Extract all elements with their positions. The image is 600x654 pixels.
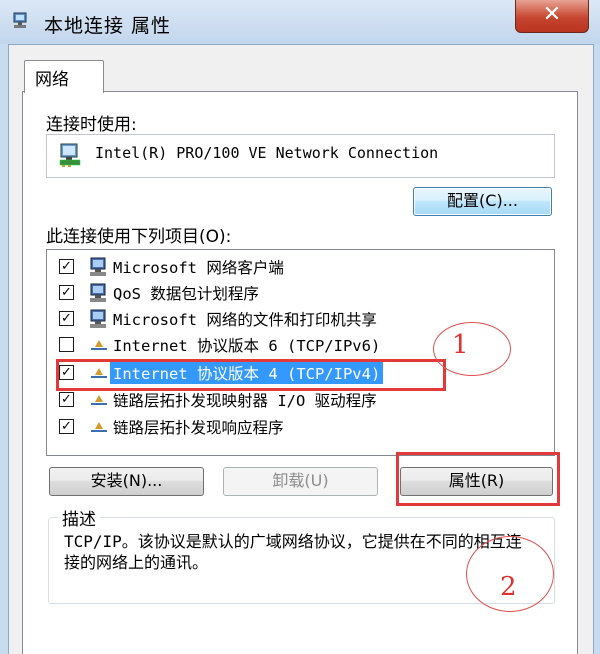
protocol-icon — [89, 335, 109, 355]
item-checkbox[interactable]: ✓ — [59, 311, 74, 326]
item-label: QoS 数据包计划程序 — [113, 285, 259, 303]
item-checkbox[interactable]: ✓ — [59, 285, 74, 300]
file-print-sharing-icon — [89, 309, 109, 329]
close-button[interactable]: ✕ — [515, 0, 589, 33]
annotation-box-ipv4 — [56, 359, 446, 391]
tab-network[interactable]: 网络 — [24, 60, 104, 93]
list-item[interactable]: ✓ 链路层拓扑发现响应程序 — [47, 414, 552, 440]
configure-button[interactable]: 配置(C)... — [413, 187, 552, 216]
annotation-number-1: 1 — [452, 330, 469, 360]
qos-scheduler-icon — [89, 283, 109, 303]
network-adapter-icon — [58, 142, 84, 168]
protocol-icon — [89, 417, 109, 437]
item-label: 链路层拓扑发现响应程序 — [113, 419, 284, 437]
uninstall-button[interactable]: 卸载(U) — [223, 467, 378, 496]
item-label: Microsoft 网络客户端 — [113, 259, 284, 277]
description-text: TCP/IP。该协议是默认的广域网络协议，它提供在不同的相互连接的网络上的通讯。 — [64, 532, 522, 572]
item-label: Internet 协议版本 6 (TCP/IPv6) — [113, 337, 381, 355]
item-label: 链路层拓扑发现映射器 I/O 驱动程序 — [113, 392, 377, 410]
item-label: Microsoft 网络的文件和打印机共享 — [113, 311, 377, 329]
item-checkbox[interactable] — [59, 337, 74, 352]
adapter-name: Intel(R) PRO/100 VE Network Connection — [95, 144, 439, 162]
install-button[interactable]: 安装(N)... — [49, 467, 204, 496]
annotation-number-2: 2 — [500, 572, 517, 602]
connect-using-label: 连接时使用: — [46, 115, 137, 135]
list-item[interactable]: ✓ Microsoft 网络客户端 — [47, 254, 552, 280]
item-checkbox[interactable]: ✓ — [59, 419, 74, 434]
item-checkbox[interactable]: ✓ — [59, 392, 74, 407]
item-checkbox[interactable]: ✓ — [59, 259, 74, 274]
list-item[interactable]: ✓ QoS 数据包计划程序 — [47, 280, 552, 306]
protocol-icon — [89, 390, 109, 410]
network-client-icon — [89, 257, 109, 277]
annotation-box-properties — [396, 452, 560, 506]
window-title: 本地连接 属性 — [44, 15, 172, 37]
network-connection-icon — [12, 12, 30, 30]
description-title: 描述 — [58, 505, 100, 530]
tab-label: 网络 — [35, 70, 69, 90]
items-label: 此连接使用下列项目(O): — [46, 227, 232, 247]
annotation-circle-1 — [433, 322, 511, 376]
